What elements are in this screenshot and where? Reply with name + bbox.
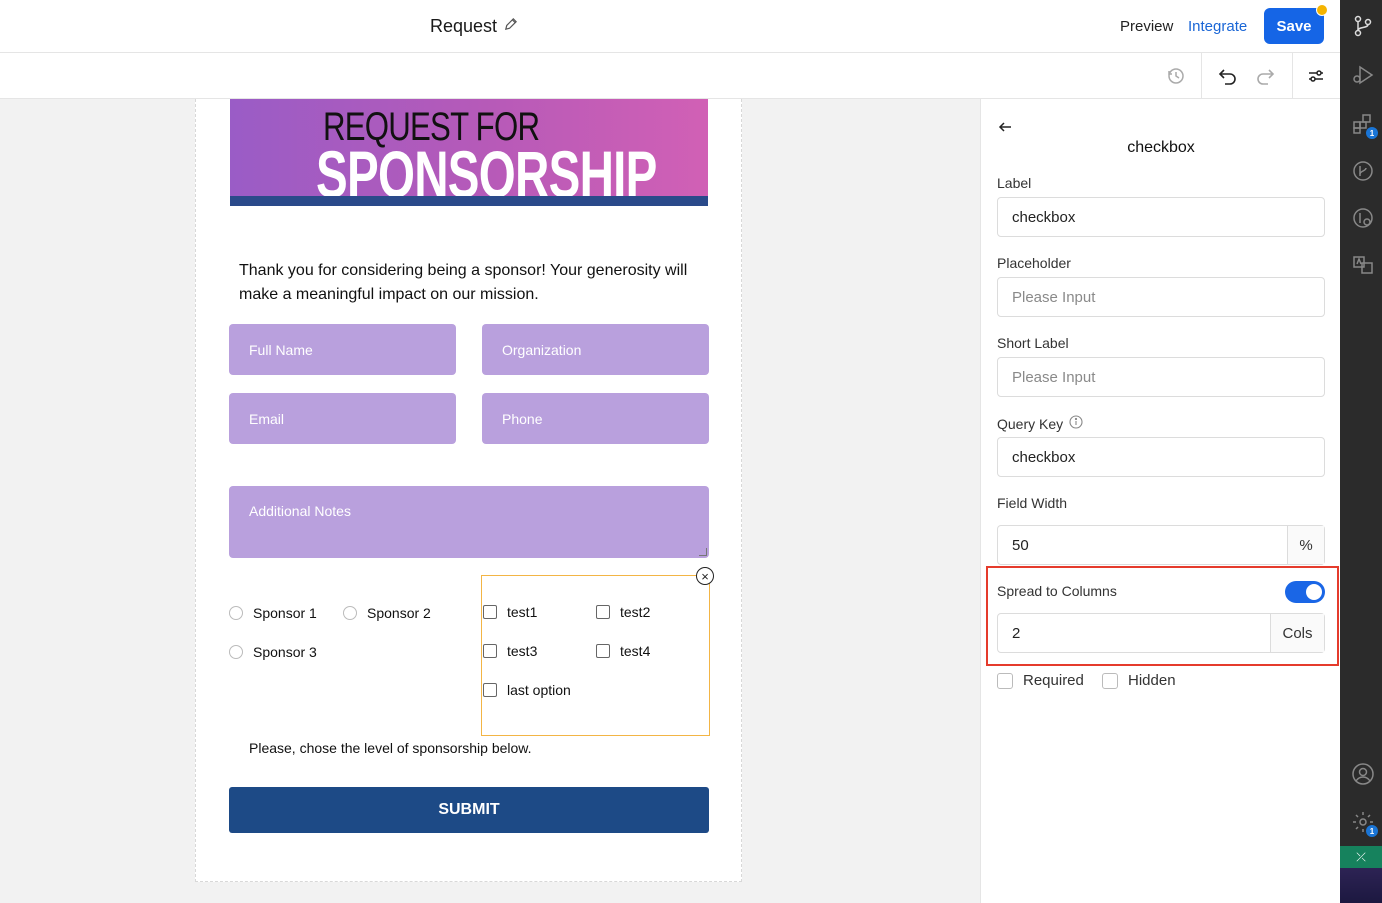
full-name-field[interactable]: Full Name <box>229 324 456 375</box>
git-history-icon[interactable] <box>1350 205 1376 231</box>
query-key-input[interactable]: checkbox <box>997 437 1325 477</box>
short-label-field-label: Short Label <box>997 335 1069 351</box>
banner-stripe <box>230 196 708 206</box>
form-page: REQUEST FOR SPONSORSHIP Thank you for co… <box>195 99 742 882</box>
placeholder-input[interactable]: Please Input <box>997 277 1325 317</box>
integrate-link[interactable]: Integrate <box>1188 18 1247 35</box>
required-label: Required <box>1023 672 1084 689</box>
hidden-checkbox[interactable]: Hidden <box>1102 672 1176 689</box>
hidden-label: Hidden <box>1128 672 1176 689</box>
radio-sponsor-3[interactable]: Sponsor 3 <box>229 644 317 660</box>
checkbox-label: last option <box>507 682 571 698</box>
undo-icon[interactable] <box>1216 64 1240 88</box>
toolbar-divider <box>1201 53 1202 99</box>
additional-notes-placeholder: Additional Notes <box>249 503 351 519</box>
field-width-value: 50 <box>1012 536 1029 554</box>
cols-unit: Cols <box>1270 614 1324 652</box>
extensions-badge: 1 <box>1366 127 1378 139</box>
source-control-icon[interactable] <box>1350 13 1376 39</box>
sponsorship-banner: REQUEST FOR SPONSORSHIP <box>230 99 708 206</box>
checkbox-test1[interactable]: test1 <box>483 604 537 620</box>
radio-sponsor-2[interactable]: Sponsor 2 <box>343 605 431 621</box>
checkbox-last-option[interactable]: last option <box>483 682 571 698</box>
panel-title: checkbox <box>1127 139 1195 156</box>
label-input[interactable]: checkbox <box>997 197 1325 237</box>
checkbox-box[interactable] <box>596 605 610 619</box>
label-field-label: Label <box>997 175 1032 191</box>
redo-icon[interactable] <box>1253 64 1277 88</box>
toolbar-divider <box>1292 53 1293 99</box>
form-title-text: Request <box>430 16 498 36</box>
checkbox-label: test2 <box>620 604 651 620</box>
radio-label: Sponsor 3 <box>253 644 317 660</box>
field-width-input[interactable]: 50 % <box>997 525 1325 565</box>
history-icon[interactable] <box>1164 64 1188 88</box>
checkbox-test4[interactable]: test4 <box>596 643 650 659</box>
git-graph-icon[interactable] <box>1350 158 1376 184</box>
submit-button[interactable]: SUBMIT <box>229 787 709 833</box>
remove-field-icon[interactable]: × <box>696 567 714 585</box>
intro-text: Thank you for considering being a sponso… <box>239 262 688 303</box>
account-icon[interactable] <box>1350 761 1376 787</box>
radio-circle[interactable] <box>343 606 357 620</box>
unsaved-indicator <box>1316 4 1328 16</box>
columns-value: 2 <box>1012 624 1021 642</box>
query-key-field-label: Query Key <box>997 415 1083 432</box>
short-label-input[interactable]: Please Input <box>997 357 1325 397</box>
spread-to-columns-label: Spread to Columns <box>997 583 1117 599</box>
query-key-label-text: Query Key <box>997 415 1064 432</box>
properties-panel: checkbox Label checkbox Placeholder Plea… <box>980 99 1340 903</box>
info-icon[interactable] <box>1069 415 1083 432</box>
radio-circle[interactable] <box>229 606 243 620</box>
preview-link[interactable]: Preview <box>1120 18 1173 35</box>
radio-label: Sponsor 1 <box>253 605 317 621</box>
toggle-knob <box>1306 584 1322 600</box>
save-button-label: Save <box>1276 17 1312 35</box>
placeholder-field-label: Placeholder <box>997 255 1071 271</box>
checkbox-label: test1 <box>507 604 538 620</box>
additional-notes-field[interactable]: Additional Notes <box>229 486 709 558</box>
resize-handle[interactable] <box>699 548 707 556</box>
activity-bar: 1 1 ⤫ <box>1340 0 1382 903</box>
radio-label: Sponsor 2 <box>367 605 431 621</box>
required-checkbox[interactable]: Required <box>997 672 1084 689</box>
checkbox-box[interactable] <box>483 683 497 697</box>
top-bar: Request Preview Integrate Save <box>0 0 1340 53</box>
checkbox-box[interactable] <box>1102 672 1118 689</box>
radio-circle[interactable] <box>229 645 243 659</box>
checkbox-test2[interactable]: test2 <box>596 604 650 620</box>
organization-field[interactable]: Organization <box>482 324 709 375</box>
email-field[interactable]: Email <box>229 393 456 444</box>
radio-sponsor-1[interactable]: Sponsor 1 <box>229 605 317 621</box>
sponsorship-hint: Please, chose the level of sponsorship b… <box>249 740 532 756</box>
status-strip <box>1340 868 1382 903</box>
settings-badge: 1 <box>1366 825 1378 837</box>
form-title[interactable]: Request <box>430 16 518 37</box>
back-arrow-icon[interactable] <box>997 119 1015 137</box>
form-canvas: REQUEST FOR SPONSORSHIP Thank you for co… <box>0 99 980 903</box>
checkbox-label: test4 <box>620 643 651 659</box>
editor-toolbar <box>0 53 1340 99</box>
checkbox-box[interactable] <box>596 644 610 658</box>
percent-unit: % <box>1287 526 1324 564</box>
checkbox-box[interactable] <box>483 605 497 619</box>
spread-to-columns-toggle[interactable] <box>1285 581 1325 603</box>
checkbox-label: test3 <box>507 643 538 659</box>
pencil-icon[interactable] <box>503 16 518 37</box>
columns-input[interactable]: 2 Cols <box>997 613 1325 653</box>
remote-indicator-icon[interactable]: ⤫ <box>1340 846 1382 868</box>
checkbox-box[interactable] <box>997 672 1013 689</box>
checkbox-test3[interactable]: test3 <box>483 643 537 659</box>
save-button[interactable]: Save <box>1264 4 1328 44</box>
run-debug-icon[interactable] <box>1350 62 1376 88</box>
phone-field[interactable]: Phone <box>482 393 709 444</box>
sliders-icon[interactable] <box>1304 64 1328 88</box>
checkbox-box[interactable] <box>483 644 497 658</box>
extensions-icon[interactable]: 1 <box>1350 111 1378 139</box>
settings-gear-icon[interactable]: 1 <box>1350 809 1378 837</box>
translate-icon[interactable] <box>1350 252 1376 278</box>
field-width-label: Field Width <box>997 495 1068 511</box>
